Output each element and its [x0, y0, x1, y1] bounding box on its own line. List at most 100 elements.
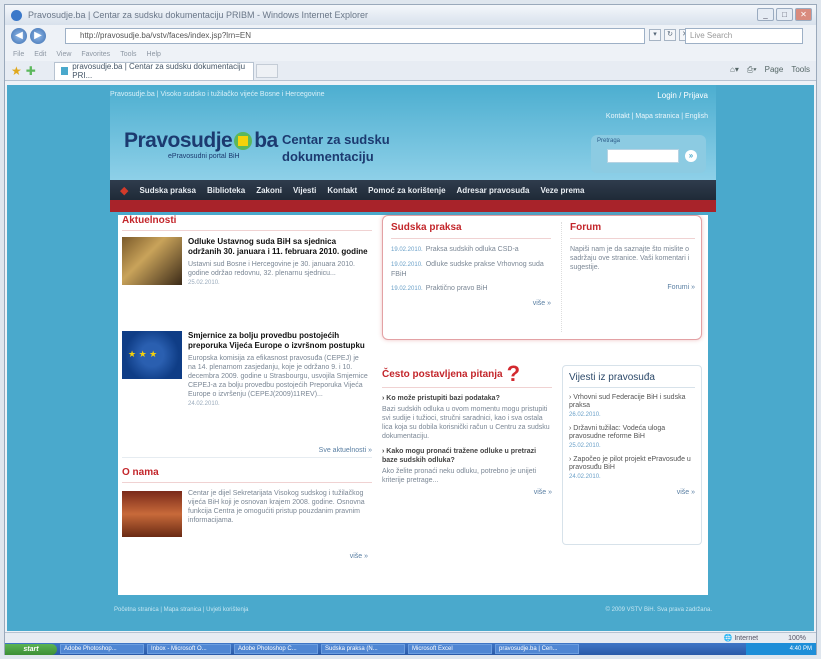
browser-tab[interactable]: pravosudje.ba | Centar za sudsku dokumen… — [53, 61, 254, 80]
plus-logo-icon — [234, 132, 253, 151]
nav-adresar[interactable]: Adresar pravosuđa — [457, 186, 530, 195]
logo-subtitle: ePravosudni portal BiH — [168, 153, 240, 160]
faq-question[interactable]: › Ko može pristupiti bazi podataka? — [382, 394, 552, 403]
practice-forum-box: Sudska praksa 19.02.2010. Praksa sudskih … — [382, 215, 702, 340]
news-body: Europska komisija za efikasnost pravosuđ… — [188, 355, 368, 398]
forum-section: Forum Napiši nam je da saznajte što misl… — [561, 222, 695, 332]
search-label: Pretraga — [597, 138, 621, 144]
sudska-praksa-more-link[interactable]: više » — [391, 300, 551, 307]
back-icon[interactable]: ◀ — [11, 28, 27, 44]
more-label: više — [533, 489, 547, 496]
list-item[interactable]: › Započeo je pilot projekt ePravosuđe u … — [569, 456, 695, 481]
nav-pomoc[interactable]: Pomoć za korištenje — [368, 186, 445, 195]
start-button[interactable]: start — [5, 643, 57, 655]
more-label: više — [676, 489, 690, 496]
red-band — [110, 200, 716, 212]
nav-biblioteka[interactable]: Biblioteka — [207, 186, 245, 195]
page-menu[interactable]: Page — [765, 65, 784, 75]
minimize-button[interactable]: _ — [757, 8, 774, 21]
zone-indicator: 🌐 Internet — [723, 635, 759, 642]
about-more-label: više — [349, 553, 363, 560]
nav-zakoni[interactable]: Zakoni — [256, 186, 282, 195]
news-thumbnail[interactable] — [122, 237, 182, 285]
menu-file[interactable]: File — [13, 51, 24, 58]
address-bar[interactable]: http://pravosudje.ba/vstv/faces/index.js… — [65, 28, 645, 44]
faq-more-link[interactable]: više » — [382, 489, 552, 496]
item-text: Praksa sudskih odluka CSD-a — [425, 246, 519, 253]
menu-view[interactable]: View — [56, 51, 71, 58]
forward-icon[interactable]: ▶ — [30, 28, 46, 44]
nav-vijesti[interactable]: Vijesti — [293, 186, 316, 195]
news-date: 24.02.2010. — [188, 401, 220, 407]
about-more-link[interactable]: više » — [350, 553, 368, 560]
site-logo[interactable]: Pravosudje ba — [124, 129, 278, 153]
window-controls: _ □ ✕ — [757, 8, 812, 21]
logo-text-a: Pravosudje — [124, 129, 233, 152]
item-text: Započeo je pilot projekt ePravosuđe u pr… — [569, 456, 691, 471]
website: Pravosudje.ba | Visoko sudsko i tužilačk… — [110, 85, 716, 631]
list-item[interactable]: 19.02.2010. Odluke sudske prakse Vrhovnog… — [391, 260, 551, 279]
address-row: ◀ ▶ http://pravosudje.ba/vstv/faces/inde… — [5, 25, 816, 47]
nav-kontakt[interactable]: Kontakt — [327, 186, 357, 195]
about-thumbnail — [122, 491, 182, 537]
news-headline[interactable]: Odluke Ustavnog suda BiH sa sjednica odr… — [188, 237, 368, 257]
close-button[interactable]: ✕ — [795, 8, 812, 21]
taskbar-item[interactable]: Sudska praksa (N... — [321, 644, 405, 654]
vijesti-more-link[interactable]: više » — [569, 489, 695, 496]
taskbar-item[interactable]: pravosudje.ba | Cen... — [495, 644, 579, 654]
news-item[interactable]: Smjernice za bolju provedbu postojećih p… — [122, 331, 372, 439]
login-link[interactable]: Login / Prijava — [657, 91, 708, 100]
add-favorite-icon[interactable]: ✚ — [26, 64, 36, 78]
news-item[interactable]: Odluke Ustavnog suda BiH sa sjednica odr… — [122, 237, 372, 325]
news-thumbnail[interactable] — [122, 331, 182, 379]
home-icon[interactable]: ⌂▾ — [730, 65, 739, 75]
sudska-praksa-section: Sudska praksa 19.02.2010. Praksa sudskih … — [391, 222, 551, 307]
search-go-button[interactable]: » — [685, 150, 697, 162]
favorites-star-icon[interactable]: ★ — [11, 64, 22, 78]
menu-help[interactable]: Help — [147, 51, 161, 58]
news-headline[interactable]: Smjernice za bolju provedbu postojećih p… — [188, 331, 368, 351]
forum-title: Forum — [570, 222, 695, 239]
site-title: Centar za sudsku dokumentaciju — [282, 132, 390, 164]
list-item[interactable]: › Vrhovni sud Federacije BiH i sudska pr… — [569, 394, 695, 419]
refresh-icon[interactable]: ↻ — [664, 29, 676, 41]
taskbar-item[interactable]: Adobe Photoshop... — [60, 644, 144, 654]
more-label: više — [532, 300, 546, 307]
secondary-links[interactable]: Kontakt | Mapa stranica | English — [606, 113, 708, 120]
question-mark-icon: ? — [506, 361, 521, 386]
print-icon[interactable]: ⎙▾ — [747, 65, 757, 75]
taskbar-item[interactable]: Adobe Photoshop C... — [234, 644, 318, 654]
forum-link[interactable]: Forumi » — [570, 284, 695, 291]
maximize-button[interactable]: □ — [776, 8, 793, 21]
menu-favorites[interactable]: Favorites — [81, 51, 110, 58]
top-links[interactable]: Pravosudje.ba | Visoko sudsko i tužilačk… — [110, 91, 325, 98]
taskbar-item[interactable]: Microsoft Excel — [408, 644, 492, 654]
browser-search-input[interactable]: Live Search — [685, 28, 803, 44]
aktuelnosti-section: Aktuelnosti Odluke Ustavnog suda BiH sa … — [122, 215, 372, 445]
footer-links[interactable]: Početna stranica | Mapa stranica | Uvjet… — [114, 607, 249, 613]
tools-menu[interactable]: Tools — [791, 65, 810, 75]
all-news-link[interactable]: Sve aktuelnosti » — [122, 447, 372, 458]
item-date: 26.02.2010. — [569, 412, 601, 418]
list-item[interactable]: 19.02.2010. Praksa sudskih odluka CSD-a — [391, 245, 551, 255]
browser-window: Pravosudje.ba | Centar za sudsku dokumen… — [4, 4, 817, 655]
title-bar: Pravosudje.ba | Centar za sudsku dokumen… — [5, 5, 816, 25]
item-text: Praktično pravo BiH — [425, 285, 488, 292]
news-body: Ustavni sud Bosne i Hercegovine je 30. j… — [188, 261, 355, 277]
nav-veze[interactable]: Veze prema — [540, 186, 584, 195]
site-search-input[interactable] — [607, 149, 679, 163]
list-item[interactable]: 19.02.2010. Praktično pravo BiH — [391, 284, 551, 294]
faq-question[interactable]: › Kako mogu pronaći tražene odluke u pre… — [382, 447, 552, 465]
nav-sudska-praksa[interactable]: Sudska praksa — [139, 186, 195, 195]
about-section: O nama Centar je dijel Sekretarijata Vis… — [122, 467, 372, 560]
about-body: Centar je dijel Sekretarijata Visokog su… — [188, 490, 365, 524]
faq-section: Često postavljena pitanja? › Ko može pri… — [382, 361, 552, 545]
taskbar-item[interactable]: Inbox - Microsoft O... — [147, 644, 231, 654]
footer-copyright: © 2009 VSTV BiH. Sva prava zadržana. — [605, 607, 712, 613]
dropdown-icon[interactable]: ▾ — [649, 29, 661, 41]
menu-edit[interactable]: Edit — [34, 51, 46, 58]
menu-tools[interactable]: Tools — [120, 51, 136, 58]
zoom-level[interactable]: 100% — [788, 635, 806, 642]
new-tab-button[interactable] — [255, 63, 278, 78]
list-item[interactable]: › Državni tužilac: Vodeća uloga pravosud… — [569, 425, 695, 450]
